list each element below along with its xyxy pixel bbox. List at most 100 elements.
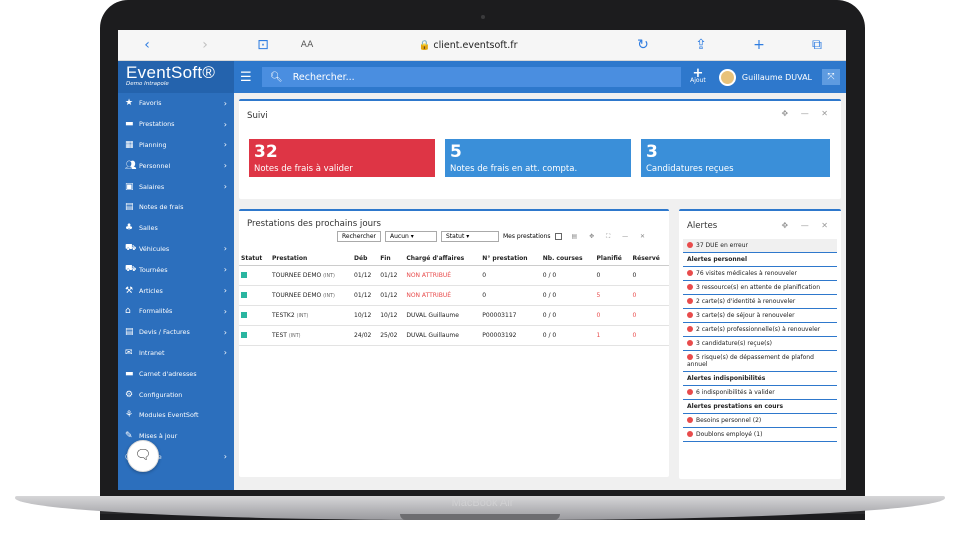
filter-select[interactable]: Aucun ▾ <box>384 231 437 242</box>
menu-icon[interactable]: ☰ <box>240 70 262 85</box>
tabs-icon[interactable]: ⧉ <box>788 37 846 53</box>
bookmarks-icon[interactable]: ⊡ <box>234 37 292 53</box>
panel-controls[interactable]: ✥ — ✕ <box>782 109 834 118</box>
search-placeholder: Rechercher... <box>292 71 355 83</box>
share-icon[interactable]: ⇪ <box>672 37 730 53</box>
alert-icon <box>687 284 693 290</box>
suivi-panel: Suivi ✥ — ✕ 32 Notes de frais à valider … <box>239 99 841 199</box>
kpi-notes-a-valider[interactable]: 32 Notes de frais à valider <box>249 139 435 177</box>
kpi-candidatures[interactable]: 3 Candidatures reçues <box>641 139 830 177</box>
table-row[interactable]: TOURNEE DEMO (INT) 01/12 01/12 NON ATTRIBUÉ… <box>239 265 669 286</box>
add-button[interactable]: + Ajout <box>681 67 715 84</box>
prestation-type: (INT) <box>323 274 335 279</box>
avatar[interactable] <box>718 68 736 86</box>
fullscreen-icon[interactable]: ⤧ <box>822 69 840 85</box>
sidebar-item-label: Modules EventSoft <box>139 411 199 420</box>
sidebar-item-configuration[interactable]: ⚙ Configuration <box>118 384 234 405</box>
browser-toolbar: ‹ › ⊡ AA 🔒 client.eventsoft.fr ↻ ⇪ + ⧉ <box>118 30 846 61</box>
sidebar-item-formalit-s[interactable]: ⌂ Formalités › <box>118 301 234 322</box>
laptop-notch <box>400 514 560 520</box>
sidebar-item-articles[interactable]: ⚒ Articles › <box>118 280 234 301</box>
sidebar-item-salaires[interactable]: ▣ Salaires › <box>118 176 234 197</box>
prestation-number: P00003117 <box>480 305 541 326</box>
sidebar-item-carnet-d-adresses[interactable]: ▬ Carnet d'adresses <box>118 363 234 384</box>
text-size-button[interactable]: AA <box>292 40 322 50</box>
table-row[interactable]: TESTK2 (INT) 10/12 10/12 DUVAL Guillaume P00… <box>239 305 669 326</box>
back-icon[interactable]: ‹ <box>118 37 176 53</box>
charge-affaires: DUVAL Guillaume <box>404 305 481 326</box>
url-bar[interactable]: 🔒 client.eventsoft.fr <box>322 40 614 51</box>
column-header[interactable]: Nb. courses <box>540 252 595 266</box>
alert-item[interactable]: 2 carte(s) professionnelle(s) à renouvel… <box>683 323 837 337</box>
user-name[interactable]: Guillaume DUVAL <box>742 73 812 82</box>
chevron-right-icon: › <box>223 98 227 108</box>
search-button[interactable]: Rechercher <box>337 231 381 242</box>
alert-item[interactable]: 3 ressource(s) en attente de planificati… <box>683 281 837 295</box>
alert-section-heading: Alertes prestations en cours <box>683 400 837 414</box>
start-date: 24/02 <box>352 325 379 346</box>
status-indicator <box>241 291 247 298</box>
new-tab-icon[interactable]: + <box>730 37 788 53</box>
search-input[interactable]: 🔍︎ Rechercher... <box>262 67 681 87</box>
receipt-icon: ▤ <box>125 202 134 213</box>
sidebar-item-devis-factures[interactable]: ▤ Devis / Factures › <box>118 322 234 343</box>
column-header[interactable]: Réservé <box>630 252 669 266</box>
alert-text: 3 candidature(s) reçue(s) <box>696 340 772 347</box>
prestation-name[interactable]: TOURNEE DEMO <box>272 292 321 299</box>
reserve-count: 0 <box>630 305 669 326</box>
mes-prestations-checkbox[interactable] <box>554 233 562 240</box>
sidebar-item-favoris[interactable]: ★ Favoris › <box>118 93 234 114</box>
column-header[interactable]: Statut <box>239 252 270 266</box>
column-header[interactable]: Déb <box>352 252 379 266</box>
panel-controls[interactable]: ▤ ✥ ⛶ — ✕ <box>572 233 651 241</box>
sidebar-item-modules-eventsoft[interactable]: ⚘ Modules EventSoft <box>118 405 234 426</box>
prestation-name[interactable]: TESTK2 <box>272 312 295 319</box>
end-date: 10/12 <box>378 305 405 326</box>
chat-bubble-icon[interactable]: 🗨︎ <box>127 440 159 472</box>
alert-text: 2 carte(s) d'identité à renouveler <box>696 298 796 305</box>
sidebar-item-planning[interactable]: ▦ Planning › <box>118 135 234 156</box>
planifie-count: 5 <box>594 285 631 306</box>
status-indicator <box>241 331 247 338</box>
alert-item[interactable]: 3 carte(s) de séjour à renouveler <box>683 309 837 323</box>
column-header[interactable]: Chargé d'affaires <box>404 252 481 266</box>
alert-text: 2 carte(s) professionnelle(s) à renouvel… <box>696 326 821 333</box>
sidebar-item-tourn-es[interactable]: ⛟ Tournées › <box>118 259 234 280</box>
alert-item[interactable]: Doublons employé (1) <box>683 428 837 442</box>
sidebar-item-salles[interactable]: ♣ Salles <box>118 218 234 239</box>
table-row[interactable]: TOURNEE DEMO (INT) 01/12 01/12 NON ATTRIBUÉ… <box>239 285 669 306</box>
reload-icon[interactable]: ↻ <box>614 37 672 53</box>
column-header[interactable]: Prestation <box>269 252 353 266</box>
prestation-name[interactable]: TOURNEE DEMO <box>272 272 321 279</box>
status-select[interactable]: Statut ▾ <box>440 231 499 242</box>
prestation-type: (INT) <box>296 314 309 319</box>
alert-item[interactable]: 76 visites médicales à renouveler <box>683 267 837 281</box>
column-header[interactable]: N° prestation <box>480 252 541 266</box>
sidebar-item-personnel[interactable]: 👥︎ Personnel › <box>118 155 234 176</box>
sidebar-item-v-hicules[interactable]: ⛟ Véhicules › <box>118 239 234 260</box>
sidebar-item-label: Devis / Factures <box>139 328 190 337</box>
alert-item[interactable]: 6 indisponibilités à valider <box>683 386 837 400</box>
alert-item[interactable]: Besoins personnel (2) <box>683 414 837 428</box>
panel-controls[interactable]: ✥ — ✕ <box>782 221 834 230</box>
column-header[interactable]: Fin <box>378 252 405 266</box>
alert-item[interactable]: 37 DUE en erreur <box>683 239 837 253</box>
forward-icon[interactable]: › <box>176 37 234 53</box>
filter-value: Aucun <box>389 233 409 240</box>
logo[interactable]: EventSoft® Demo Intrapole <box>118 61 234 93</box>
sidebar-item-prestations[interactable]: ▬ Prestations › <box>118 114 234 135</box>
kpi-notes-compta[interactable]: 5 Notes de frais en att. compta. <box>445 139 631 177</box>
alert-icon <box>687 431 693 437</box>
logo-text: EventSoft® <box>126 63 216 82</box>
column-header[interactable]: Planifié <box>594 252 631 266</box>
alert-item[interactable]: 5 risque(s) de dépassement de plafond an… <box>683 351 837 372</box>
alert-item[interactable]: 2 carte(s) d'identité à renouveler <box>683 295 837 309</box>
alert-item[interactable]: 3 candidature(s) reçue(s) <box>683 337 837 351</box>
money-icon: ▣ <box>125 181 134 192</box>
prestation-name[interactable]: TEST <box>272 332 287 339</box>
table-row[interactable]: TEST (INT) 24/02 25/02 DUVAL Guillaume P0000… <box>239 325 669 346</box>
charge-affaires: NON ATTRIBUÉ <box>404 265 481 286</box>
planifie-count: 1 <box>594 325 631 346</box>
sidebar-item-notes-de-frais[interactable]: ▤ Notes de frais <box>118 197 234 218</box>
sidebar-item-intranet[interactable]: ✉ Intranet › <box>118 343 234 364</box>
